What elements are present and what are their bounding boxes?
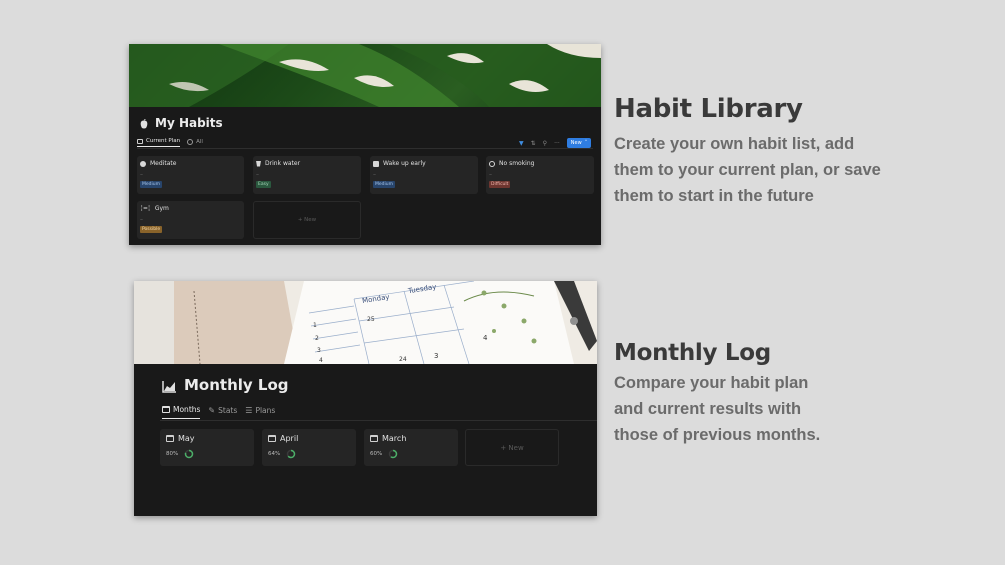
calendar-number: 24 bbox=[399, 356, 407, 363]
month-card[interactable]: April 64% bbox=[262, 429, 356, 466]
habit-card[interactable]: No smoking – Difficult bbox=[486, 156, 594, 194]
habit-library-description: Create your own habit list, add them to … bbox=[614, 131, 881, 209]
page-title: My Habits bbox=[139, 116, 223, 130]
habit-card[interactable]: ╎═╎ Gym – Possible bbox=[137, 201, 244, 239]
habit-card[interactable]: Meditate – Medium bbox=[137, 156, 244, 194]
more-icon[interactable]: ··· bbox=[554, 140, 560, 147]
divider bbox=[160, 420, 597, 421]
description-line: and current results with bbox=[614, 400, 802, 418]
search-icon[interactable]: ⚲ bbox=[543, 140, 547, 147]
habits-tabs: Current Plan All bbox=[137, 138, 203, 147]
progress-percent: 60% bbox=[370, 451, 383, 457]
calendar-icon bbox=[268, 435, 276, 442]
description-line: those of previous months. bbox=[614, 426, 821, 444]
dumbbell-icon: ╎═╎ bbox=[140, 205, 151, 212]
monthly-tabs: Months ✎ Stats ☰ Plans bbox=[162, 405, 275, 419]
monthly-log-description: Compare your habit plan and current resu… bbox=[614, 370, 820, 448]
difficulty-badge: Difficult bbox=[489, 181, 511, 188]
glass-icon bbox=[256, 160, 261, 167]
sort-icon[interactable]: ⇅ bbox=[531, 140, 536, 147]
calendar-number: 2 bbox=[315, 335, 319, 342]
difficulty-badge: Medium bbox=[373, 181, 395, 188]
habit-value: – bbox=[489, 171, 492, 178]
tab-current-plan[interactable]: Current Plan bbox=[137, 138, 181, 147]
new-button[interactable]: New ˅ bbox=[566, 138, 592, 148]
no-smoking-icon bbox=[489, 160, 495, 167]
habit-card[interactable]: Drink water – Easy bbox=[253, 156, 361, 194]
circle-icon bbox=[187, 138, 194, 145]
difficulty-badge: Medium bbox=[140, 181, 162, 188]
tab-plans[interactable]: ☰ Plans bbox=[245, 406, 275, 419]
filter-icon[interactable]: ▼ bbox=[519, 140, 524, 147]
calendar-icon bbox=[370, 435, 378, 442]
checklist-icon: ☰ bbox=[245, 405, 253, 415]
description-line: Create your own habit list, add bbox=[614, 135, 855, 153]
calendar-number: 4 bbox=[319, 357, 323, 364]
progress-ring bbox=[388, 449, 398, 459]
month-card[interactable]: May 80% bbox=[160, 429, 254, 466]
new-habit-card[interactable]: + New bbox=[253, 201, 361, 239]
description-line: them to your current plan, or save bbox=[614, 161, 881, 179]
pencil-icon: ✎ bbox=[208, 405, 216, 415]
calendar-icon bbox=[166, 435, 174, 442]
habit-value: – bbox=[256, 171, 259, 178]
view-toolbar: ▼ ⇅ ⚲ ··· New ˅ bbox=[519, 138, 592, 148]
page-title: Monthly Log bbox=[162, 376, 289, 394]
chart-icon bbox=[162, 379, 176, 393]
month-card[interactable]: March 60% bbox=[364, 429, 458, 466]
calendar-number: 3 bbox=[434, 352, 439, 360]
divider bbox=[137, 148, 593, 149]
progress-ring bbox=[184, 449, 194, 459]
progress-percent: 64% bbox=[268, 451, 281, 457]
calendar-number: 3 bbox=[317, 347, 321, 354]
alarm-clock-icon bbox=[373, 160, 379, 167]
chevron-down-icon: ˅ bbox=[584, 140, 588, 146]
new-month-card[interactable]: + New bbox=[465, 429, 559, 466]
monstera-cover-image bbox=[129, 44, 601, 107]
difficulty-badge: Easy bbox=[256, 181, 271, 188]
description-line: them to start in the future bbox=[614, 187, 814, 205]
tab-stats[interactable]: ✎ Stats bbox=[208, 406, 237, 419]
calendar-number: 4 bbox=[483, 334, 488, 342]
apple-icon bbox=[139, 118, 149, 129]
calendar-cover-image: Monday Tuesday 1 2 3 4 25 24 3 4 bbox=[134, 281, 597, 364]
meditate-icon bbox=[140, 160, 146, 167]
habit-value: – bbox=[140, 171, 143, 178]
habit-value: – bbox=[140, 216, 143, 223]
tab-all[interactable]: All bbox=[187, 138, 203, 147]
monthly-log-panel: Monday Tuesday 1 2 3 4 25 24 3 4 Monthly… bbox=[134, 281, 597, 516]
calendar-number: 1 bbox=[313, 322, 317, 329]
description-line: Compare your habit plan bbox=[614, 374, 809, 392]
monthly-log-heading: Monthly Log bbox=[614, 340, 771, 366]
difficulty-badge: Possible bbox=[140, 226, 163, 233]
habit-card[interactable]: Wake up early – Medium bbox=[370, 156, 478, 194]
progress-percent: 80% bbox=[166, 451, 179, 457]
habit-value: – bbox=[373, 171, 376, 178]
calendar-icon bbox=[162, 406, 170, 413]
habit-library-heading: Habit Library bbox=[614, 94, 803, 124]
table-icon bbox=[137, 138, 143, 144]
habits-panel: My Habits Current Plan All ▼ ⇅ ⚲ ··· New… bbox=[129, 44, 601, 245]
tab-months[interactable]: Months bbox=[162, 405, 201, 419]
calendar-number: 25 bbox=[367, 316, 375, 323]
progress-ring bbox=[286, 449, 296, 459]
